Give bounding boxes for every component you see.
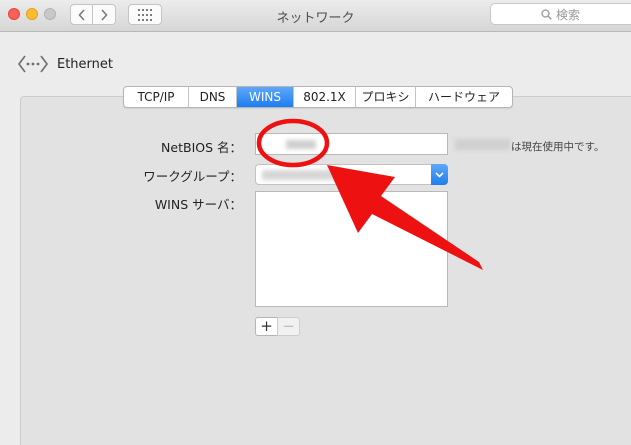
ethernet-icon: [18, 55, 48, 73]
interface-name: Ethernet: [57, 57, 113, 72]
forward-button[interactable]: [93, 4, 116, 25]
tab-tcpip[interactable]: TCP/IP: [124, 87, 189, 107]
minus-icon: −: [282, 317, 295, 335]
netbios-name-field[interactable]: [255, 133, 448, 155]
back-button[interactable]: [70, 4, 93, 25]
add-server-button[interactable]: +: [255, 317, 278, 336]
close-window-button[interactable]: [8, 8, 20, 20]
zoom-window-button[interactable]: [44, 8, 56, 20]
netbios-status-text: は現在使用中です。: [511, 141, 605, 153]
show-all-button[interactable]: [128, 4, 162, 25]
tab-dns[interactable]: DNS: [189, 87, 237, 107]
tab-proxies[interactable]: プロキシ: [356, 87, 416, 107]
tab-bar: TCP/IP DNS WINS 802.1X プロキシ ハードウェア: [123, 86, 513, 108]
remove-server-button[interactable]: −: [277, 317, 300, 336]
dropdown-arrow[interactable]: [431, 164, 448, 185]
redacted-value: [455, 139, 510, 150]
search-placeholder: 検索: [556, 7, 581, 22]
workgroup-label: ワークグループ：: [143, 169, 242, 184]
chevron-down-icon: [435, 171, 444, 178]
window-title: ネットワーク: [276, 11, 355, 26]
workgroup-select[interactable]: [255, 164, 448, 185]
plus-icon: +: [260, 317, 273, 335]
tab-hardware[interactable]: ハードウェア: [416, 87, 512, 107]
tab-8021x[interactable]: 802.1X: [294, 87, 356, 107]
redacted-value: [286, 140, 316, 149]
chevron-right-icon: [101, 8, 108, 21]
wins-servers-list[interactable]: [255, 191, 448, 307]
window-titlebar: ネットワーク 検索: [0, 0, 631, 32]
netbios-name-label: NetBIOS 名：: [161, 140, 242, 155]
minimize-window-button[interactable]: [26, 8, 38, 20]
search-field[interactable]: 検索: [490, 3, 631, 25]
redacted-value: [262, 170, 342, 180]
search-icon: [541, 8, 552, 20]
chevron-left-icon: [77, 8, 85, 21]
tab-wins[interactable]: WINS: [237, 87, 294, 107]
wins-servers-label: WINS サーバ：: [154, 197, 242, 212]
grid-icon: [138, 8, 152, 21]
